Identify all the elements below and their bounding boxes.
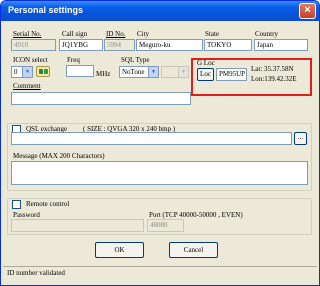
- password-field: [11, 219, 144, 232]
- remote-control-label: Remote control: [24, 200, 72, 208]
- country-label: Country: [255, 30, 278, 38]
- callsign-field[interactable]: JQ1YBG: [59, 39, 103, 51]
- icon-select-value: 0: [14, 68, 18, 76]
- close-button[interactable]: ×: [299, 3, 316, 19]
- message-field[interactable]: [11, 161, 308, 185]
- window-title: Personal settings: [8, 5, 84, 15]
- station-icon: [36, 66, 50, 77]
- country-field[interactable]: Japan: [254, 39, 308, 51]
- password-label: Password: [13, 211, 40, 219]
- qsl-image-path-field[interactable]: [11, 132, 292, 145]
- state-field[interactable]: TOKYO: [204, 39, 252, 51]
- title-bar[interactable]: Personal settings ×: [1, 1, 319, 21]
- browse-button[interactable]: ...: [294, 132, 307, 145]
- radio-icon-right: [44, 69, 48, 74]
- sql-tone-select: ▼: [161, 66, 189, 78]
- callsign-label: Call sign: [62, 30, 88, 38]
- idno-field: 5994: [104, 39, 135, 51]
- state-label: State: [205, 30, 219, 38]
- status-bar: ID number validated: [3, 266, 317, 280]
- comment-field[interactable]: [11, 92, 191, 105]
- freq-input[interactable]: [66, 65, 94, 77]
- ok-button[interactable]: OK: [95, 242, 144, 258]
- serial-field: 4910: [11, 39, 56, 51]
- personal-settings-dialog: Personal settings × Serial No. Call sign…: [0, 0, 320, 286]
- sql-type-select[interactable]: NoTone ▼: [119, 66, 159, 78]
- cancel-button[interactable]: Cancel: [169, 242, 218, 258]
- comment-label: Comment: [13, 82, 41, 90]
- port-field: 48080: [147, 219, 184, 232]
- serial-label: Serial No.: [13, 30, 42, 38]
- sql-type-label: SQL Type: [121, 56, 150, 64]
- port-label: Port (TCP 40000-50000 , EVEN): [149, 211, 243, 219]
- icon-select-dropdown[interactable]: 0 ▼: [11, 66, 33, 78]
- gloc-highlight-box: [191, 58, 312, 96]
- city-label: City: [137, 30, 150, 38]
- city-field[interactable]: Meguro-ku: [136, 39, 203, 51]
- message-label: Message (MAX 200 Charactors): [13, 152, 105, 160]
- freq-label: Freq: [67, 56, 80, 64]
- chevron-down-icon: ▼: [148, 67, 158, 77]
- chevron-down-icon: ▼: [178, 67, 188, 77]
- radio-icon-left: [39, 69, 43, 74]
- remote-control-checkbox[interactable]: [12, 200, 21, 209]
- sql-type-value: NoTone: [122, 68, 145, 76]
- idno-label: ID No.: [106, 30, 126, 38]
- chevron-down-icon: ▼: [22, 67, 32, 77]
- icon-select-label: ICON select: [13, 56, 48, 64]
- mhz-unit: MHz: [96, 70, 111, 78]
